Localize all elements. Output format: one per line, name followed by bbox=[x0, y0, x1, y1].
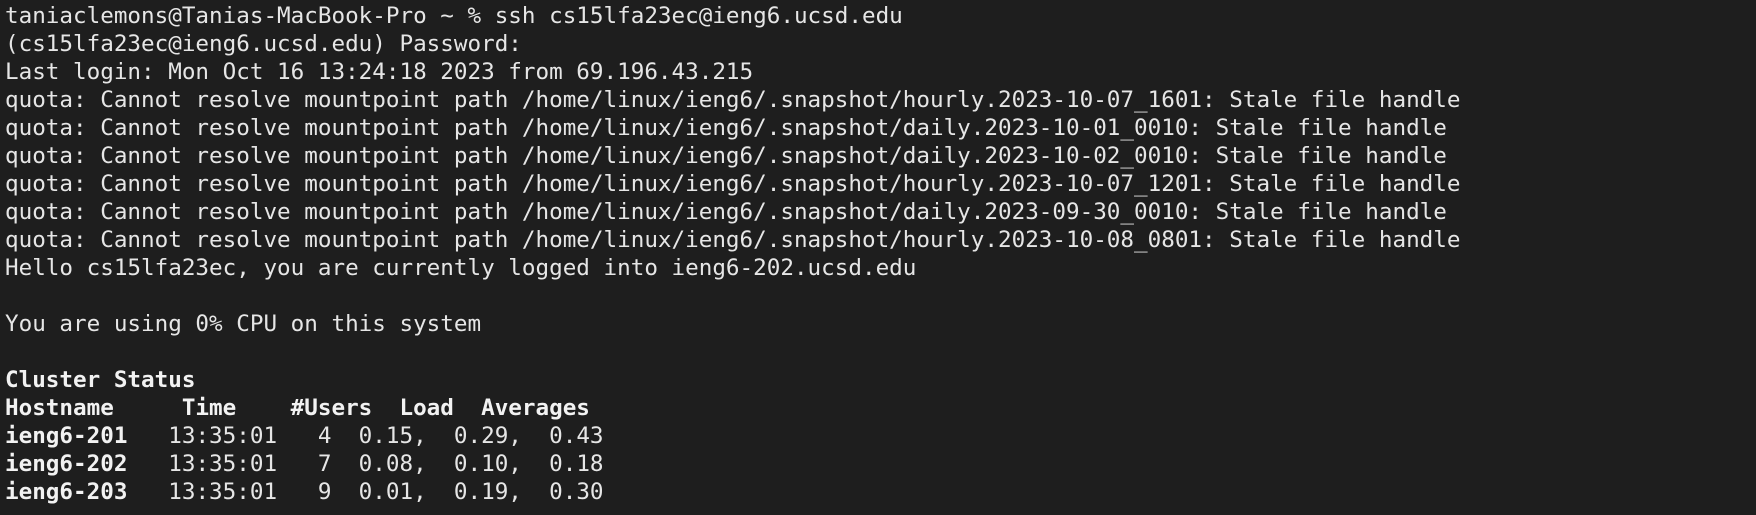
password-prompt: (cs15lfa23ec@ieng6.ucsd.edu) Password: bbox=[5, 31, 522, 57]
quota-error-line: quota: Cannot resolve mountpoint path /h… bbox=[5, 143, 1447, 169]
quota-error-line: quota: Cannot resolve mountpoint path /h… bbox=[5, 227, 1461, 253]
cluster-status-table: Cluster Status Hostname Time #Users Load… bbox=[5, 366, 1756, 506]
quota-error-line: quota: Cannot resolve mountpoint path /h… bbox=[5, 171, 1461, 197]
terminal-window[interactable]: taniaclemons@Tanias-MacBook-Pro ~ % ssh … bbox=[0, 0, 1756, 515]
welcome-line: Hello cs15lfa23ec, you are currently log… bbox=[5, 255, 917, 281]
cluster-row-values: 13:35:01 7 0.08, 0.10, 0.18 bbox=[127, 451, 604, 477]
cluster-row: ieng6-202 13:35:01 7 0.08, 0.10, 0.18 bbox=[5, 450, 1756, 478]
cluster-hostname: ieng6-201 bbox=[5, 423, 128, 449]
cluster-row-values: 13:35:01 9 0.01, 0.19, 0.30 bbox=[127, 479, 604, 505]
cluster-hostname: ieng6-202 bbox=[5, 451, 128, 477]
cluster-status-title: Cluster Status bbox=[5, 367, 196, 393]
last-login-line: Last login: Mon Oct 16 13:24:18 2023 fro… bbox=[5, 59, 754, 85]
cluster-row-values: 13:35:01 4 0.15, 0.29, 0.43 bbox=[127, 423, 604, 449]
cpu-usage-line: You are using 0% CPU on this system bbox=[5, 311, 482, 337]
ssh-command-line: taniaclemons@Tanias-MacBook-Pro ~ % ssh … bbox=[5, 3, 903, 29]
cluster-hostname: ieng6-203 bbox=[5, 479, 128, 505]
cluster-row: ieng6-201 13:35:01 4 0.15, 0.29, 0.43 bbox=[5, 422, 1756, 450]
cluster-row: ieng6-203 13:35:01 9 0.01, 0.19, 0.30 bbox=[5, 478, 1756, 506]
quota-error-line: quota: Cannot resolve mountpoint path /h… bbox=[5, 115, 1447, 141]
cluster-status-header: Hostname Time #Users Load Averages bbox=[5, 395, 590, 421]
quota-error-line: quota: Cannot resolve mountpoint path /h… bbox=[5, 199, 1447, 225]
quota-error-line: quota: Cannot resolve mountpoint path /h… bbox=[5, 87, 1461, 113]
